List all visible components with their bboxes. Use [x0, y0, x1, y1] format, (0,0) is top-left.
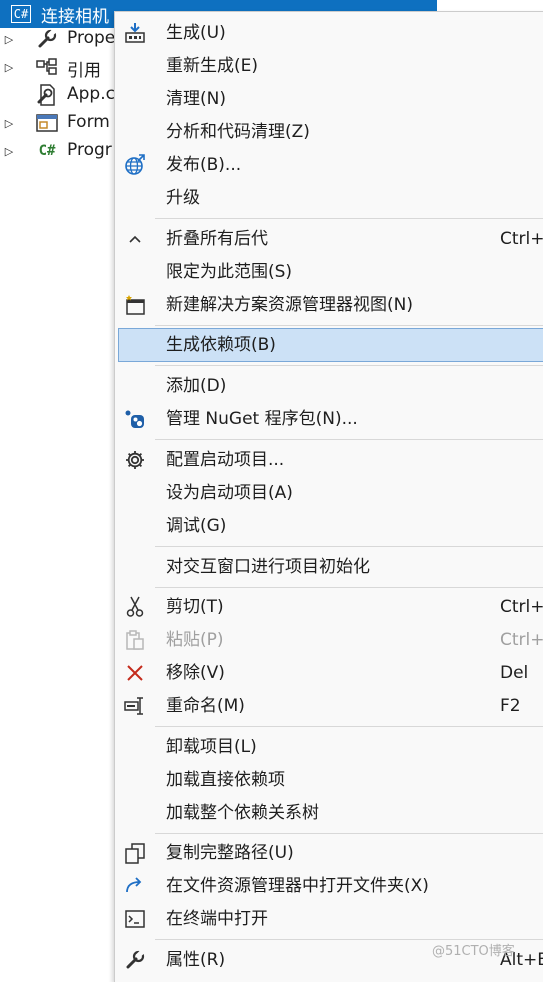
menu-item-debug[interactable]: 调试(G) — [115, 510, 543, 542]
menu-item-label: 加载直接依赖项 — [166, 770, 285, 790]
scissors-icon — [123, 596, 147, 618]
menu-item-label: 设为启动项目(A) — [166, 483, 293, 503]
menu-item-label: 重命名(M) — [166, 696, 245, 716]
tree-node-label: Prope — [67, 28, 116, 48]
menu-item-rebuild[interactable]: 重新生成(E) — [115, 50, 543, 82]
tree-node-label: 连接相机 — [41, 7, 109, 27]
menu-item-upgrade[interactable]: 升级 — [115, 182, 543, 214]
menu-item-label: 在文件资源管理器中打开文件夹(X) — [166, 876, 429, 896]
menu-item-set-startup[interactable]: 设为启动项目(A) — [115, 477, 543, 509]
open-folder-arrow-icon — [123, 875, 147, 897]
menu-item-label: 配置启动项目... — [166, 450, 285, 470]
rename-icon — [123, 695, 147, 717]
menu-item-shortcut: Del — [500, 663, 529, 683]
menu-item-analyze-cleanup[interactable]: 分析和代码清理(Z) — [115, 116, 543, 148]
menu-item-label: 清理(N) — [166, 89, 226, 109]
watermark: @51CTO博客 — [432, 944, 515, 959]
menu-separator — [155, 325, 543, 326]
menu-item-label: 折叠所有后代 — [166, 229, 268, 249]
menu-separator — [155, 587, 543, 588]
tree-node-label: App.c — [67, 84, 115, 104]
menu-item-build-dependencies[interactable]: 生成依赖项(B) — [118, 328, 543, 362]
expand-arrow-icon[interactable]: ▷ — [4, 53, 14, 81]
expand-arrow-icon[interactable]: ▷ — [4, 109, 14, 137]
references-icon — [36, 56, 58, 78]
menu-item-label: 对交互窗口进行项目初始化 — [166, 557, 370, 577]
menu-item-remove[interactable]: 移除(V) Del — [115, 657, 543, 689]
expand-arrow-icon[interactable]: ▷ — [4, 25, 14, 53]
menu-item-shortcut: Ctrl+ — [500, 597, 543, 617]
menu-item-label: 重新生成(E) — [166, 56, 259, 76]
menu-item-copy-full-path[interactable]: 复制完整路径(U) — [115, 837, 543, 869]
menu-item-label: 生成(U) — [166, 23, 226, 43]
nuget-icon — [123, 408, 147, 430]
menu-item-init-interactive[interactable]: 对交互窗口进行项目初始化 — [115, 551, 543, 583]
csharp-file-icon: C# — [38, 143, 56, 159]
menu-item-shortcut: Ctrl+ — [500, 229, 543, 249]
menu-item-add[interactable]: 添加(D) — [115, 370, 543, 402]
collapse-chevron-icon — [123, 228, 147, 250]
menu-item-manage-nuget[interactable]: 管理 NuGet 程序包(N)... — [115, 403, 543, 435]
menu-item-label: 管理 NuGet 程序包(N)... — [166, 409, 358, 429]
menu-item-open-in-terminal[interactable]: 在终端中打开 — [115, 903, 543, 935]
menu-item-label: 复制完整路径(U) — [166, 843, 294, 863]
paste-icon — [123, 629, 147, 651]
menu-item-label: 发布(B)... — [166, 155, 242, 175]
menu-item-open-in-explorer[interactable]: 在文件资源管理器中打开文件夹(X) — [115, 870, 543, 902]
menu-item-rename[interactable]: 重命名(M) F2 — [115, 690, 543, 722]
menu-separator — [155, 546, 543, 547]
build-icon — [123, 22, 147, 44]
terminal-icon — [123, 908, 147, 930]
wrench-icon — [123, 949, 147, 971]
new-view-icon — [123, 294, 147, 316]
menu-separator — [155, 726, 543, 727]
menu-item-scope-to-this[interactable]: 限定为此范围(S) — [115, 256, 543, 288]
menu-item-paste[interactable]: 粘贴(P) Ctrl+ — [115, 624, 543, 656]
wrench-icon — [36, 28, 58, 50]
menu-item-label: 分析和代码清理(Z) — [166, 122, 310, 142]
menu-item-build[interactable]: 生成(U) — [115, 17, 543, 49]
gear-icon — [123, 449, 147, 471]
menu-item-label: 在终端中打开 — [166, 909, 268, 929]
remove-x-icon — [123, 662, 147, 684]
tree-node-label: Form — [67, 112, 110, 132]
menu-separator — [155, 833, 543, 834]
menu-item-load-direct-deps[interactable]: 加载直接依赖项 — [115, 764, 543, 796]
menu-item-shortcut: F2 — [500, 696, 521, 716]
menu-item-unload-project[interactable]: 卸载项目(L) — [115, 731, 543, 763]
menu-item-label: 新建解决方案资源管理器视图(N) — [166, 295, 413, 315]
menu-item-label: 加载整个依赖关系树 — [166, 803, 319, 823]
menu-item-configure-startup[interactable]: 配置启动项目... — [115, 444, 543, 476]
menu-item-shortcut: Ctrl+ — [500, 630, 543, 650]
menu-item-label: 属性(R) — [166, 950, 226, 970]
menu-item-new-explorer-view[interactable]: 新建解决方案资源管理器视图(N) — [115, 289, 543, 321]
form-icon — [36, 112, 58, 134]
menu-separator — [155, 218, 543, 219]
menu-item-label: 限定为此范围(S) — [166, 262, 293, 282]
menu-item-collapse-all[interactable]: 折叠所有后代 Ctrl+ — [115, 223, 543, 255]
menu-item-label: 升级 — [166, 188, 200, 208]
menu-item-label: 添加(D) — [166, 376, 227, 396]
menu-item-label: 调试(G) — [166, 516, 227, 536]
menu-item-label: 移除(V) — [166, 663, 225, 683]
menu-item-label: 生成依赖项(B) — [166, 335, 276, 355]
menu-item-load-dep-tree[interactable]: 加载整个依赖关系树 — [115, 797, 543, 829]
expand-arrow-icon[interactable]: ▷ — [4, 137, 14, 165]
menu-item-publish[interactable]: 发布(B)... — [115, 149, 543, 181]
menu-item-label: 卸载项目(L) — [166, 737, 257, 757]
menu-item-label: 剪切(T) — [166, 597, 224, 617]
menu-item-clean[interactable]: 清理(N) — [115, 83, 543, 115]
publish-globe-icon — [123, 154, 147, 176]
csharp-project-icon: C# — [10, 3, 32, 25]
menu-item-cut[interactable]: 剪切(T) Ctrl+ — [115, 591, 543, 623]
menu-separator — [155, 365, 543, 366]
menu-item-label: 粘贴(P) — [166, 630, 224, 650]
tree-node-label: Progr — [67, 140, 112, 160]
tree-node-label: 引用 — [67, 61, 101, 81]
menu-separator — [155, 439, 543, 440]
context-menu: 生成(U) 重新生成(E) 清理(N) 分析和代码清理(Z) 发布(B)... … — [114, 11, 543, 982]
config-file-icon — [36, 84, 58, 106]
copy-icon — [123, 842, 147, 864]
